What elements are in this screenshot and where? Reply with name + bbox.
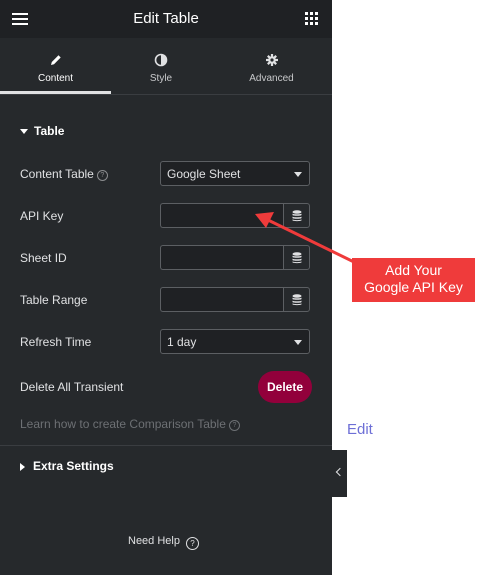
callout-line-1: Add Your — [385, 262, 442, 278]
callout-line-2: Google API Key — [364, 279, 463, 295]
annotation-callout: Add Your Google API Key — [352, 258, 475, 302]
